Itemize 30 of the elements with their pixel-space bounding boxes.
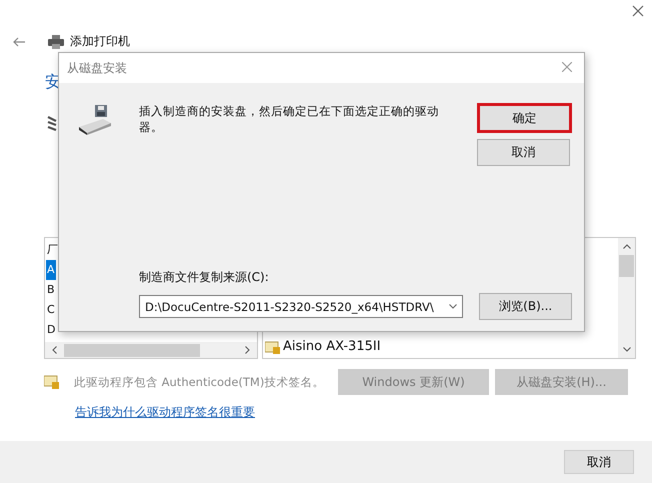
cancel-button[interactable]: 取消 (477, 139, 570, 166)
scroll-up-icon[interactable] (622, 244, 630, 249)
scroll-down-icon[interactable] (622, 347, 630, 352)
scrollbar-thumb[interactable] (64, 344, 200, 356)
printer-item[interactable]: Aisino AX-315II (264, 338, 382, 356)
manufacturer-item[interactable]: C (46, 300, 56, 320)
signature-note: 此驱动程序包含 Authenticode(TM)技术签名。 (74, 374, 326, 390)
scrollbar-thumb[interactable] (619, 255, 634, 277)
horizontal-scrollbar[interactable] (45, 342, 257, 358)
disk-drive-icon (77, 105, 113, 135)
ok-button[interactable]: 确定 (477, 103, 572, 133)
window-title: 添加打印机 (70, 33, 130, 50)
source-path-combobox[interactable]: D:\DocuCentre-S2011-S2320-S2520_x64\HSTDRV\ (139, 295, 464, 318)
manufacturer-item[interactable]: 厂 (46, 240, 59, 260)
scroll-right-icon[interactable] (245, 346, 250, 354)
dialog-message: 插入制造商的安装盘，然后确定已在下面选定正确的驱动器。 (139, 103, 440, 135)
help-link[interactable]: 告诉我为什么驱动程序签名很重要 (75, 404, 255, 421)
browse-button[interactable]: 浏览(B)... (479, 293, 572, 320)
driver-file-icon (265, 340, 281, 354)
dialog-title: 从磁盘安装 (67, 60, 127, 76)
vertical-scrollbar[interactable] (618, 238, 635, 358)
scroll-left-icon[interactable] (52, 346, 57, 354)
back-arrow-icon[interactable] (12, 36, 26, 46)
cancel-button[interactable]: 取消 (564, 450, 634, 474)
manufacturer-item[interactable]: D (46, 320, 56, 340)
manufacturer-item[interactable]: B (46, 280, 56, 300)
certificate-icon (44, 375, 60, 389)
dropdown-caret-icon (449, 304, 458, 309)
manufacturer-item[interactable]: A (46, 260, 56, 280)
source-label: 制造商文件复制来源(C): (139, 269, 270, 286)
